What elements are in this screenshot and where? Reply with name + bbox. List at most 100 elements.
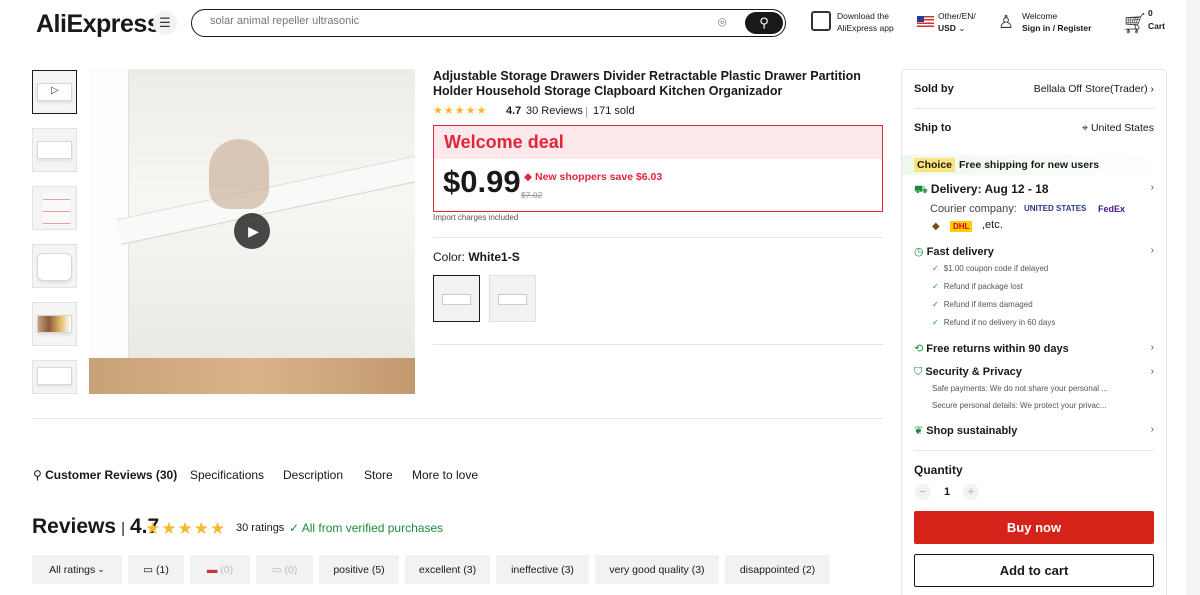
tag-icon: ◆ [524, 171, 535, 183]
app-line2: AliExpress app [837, 23, 894, 33]
thumbnail-image[interactable] [32, 186, 77, 230]
cart-icon[interactable]: 🛒︎ [1122, 11, 1147, 36]
thumbnail-image[interactable] [32, 128, 77, 172]
tab-description[interactable]: Description [283, 468, 343, 482]
play-video-button[interactable]: ▶ [234, 213, 270, 249]
security-row[interactable]: ⛉ Security & Privacy › [914, 366, 1154, 379]
sold-by-row[interactable]: Sold by Bellala Off Store(Trader) › [914, 83, 1154, 95]
tab-customer-reviews[interactable]: ⚲ Customer Reviews (30) [33, 468, 177, 482]
product-title: Adjustable Storage Drawers Divider Retra… [433, 69, 861, 98]
security-line: Safe payments: We do not share your pers… [932, 384, 1108, 393]
choice-tag: Choice [914, 158, 956, 172]
us-flag-icon [917, 16, 934, 27]
free-returns-label: Free returns within 90 days [926, 343, 1069, 355]
location-pin-icon: ⌖ [1082, 122, 1089, 134]
fast-delivery-label: Fast delivery [926, 246, 994, 258]
fast-delivery-row[interactable]: ◷ Fast delivery › [914, 245, 1154, 258]
delivery-date: Delivery: Aug 12 - 18 [930, 182, 1049, 196]
cart-label[interactable]: Cart [1148, 21, 1165, 31]
ups-logo: ◆ [932, 221, 940, 232]
aliexpress-logo[interactable]: AliExpress [36, 10, 161, 39]
chevron-right-icon: › [1150, 83, 1155, 95]
scrollbar[interactable] [1186, 0, 1200, 595]
app-line1: Download the [837, 11, 889, 21]
thumbnail-video[interactable]: ▷ [32, 70, 77, 114]
color-swatch[interactable] [489, 275, 536, 322]
filter-tag[interactable]: disappointed (2) [725, 555, 830, 584]
ship-to-country: United States [1090, 122, 1154, 134]
ship-to-row[interactable]: Ship to ⌖ United States [914, 122, 1154, 134]
search-input[interactable] [210, 15, 690, 27]
quantity-increase-button[interactable]: + [963, 484, 979, 500]
filter-tag[interactable]: ineffective (3) [496, 555, 589, 584]
chevron-right-icon: › [1150, 342, 1154, 353]
add-to-cart-button[interactable]: Add to cart [914, 554, 1154, 587]
thumbnail-image[interactable] [32, 244, 77, 288]
lang-line1: Other/EN/ [938, 11, 976, 21]
filter-tag[interactable]: positive (5) [319, 555, 399, 584]
guarantee-item: ✓ $1.00 coupon code if delayed [932, 264, 1049, 273]
buy-now-button[interactable]: Buy now [914, 511, 1154, 544]
shield-icon: ⛉ [914, 366, 923, 378]
return-icon: ⟲ [914, 343, 924, 355]
divider [32, 418, 883, 419]
fedex-logo: FedEx [1098, 204, 1126, 214]
account-menu[interactable]: Welcome Sign in / Register [1022, 10, 1091, 34]
tab-specifications[interactable]: Specifications [190, 468, 264, 482]
guarantee-item: ✓ Refund if items damaged [932, 300, 1033, 309]
filter-with-photos[interactable]: ▭ (1) [128, 555, 184, 584]
tab-store[interactable]: Store [364, 468, 393, 482]
play-icon: ▶ [248, 222, 259, 239]
filter-all-ratings[interactable]: All ratings ⌄ [32, 555, 122, 584]
color-swatch-white1-s[interactable] [433, 275, 480, 322]
tab-more-to-love[interactable]: More to love [412, 468, 478, 482]
chevron-right-icon: › [1150, 366, 1154, 377]
free-returns-row[interactable]: ⟲ Free returns within 90 days › [914, 342, 1154, 355]
us-flag-icon: ▬ [206, 563, 218, 576]
search-button[interactable]: ⚲ [745, 12, 783, 34]
qr-code-icon[interactable] [811, 11, 831, 31]
divider [433, 237, 883, 238]
search-icon: ⚲ [759, 15, 769, 30]
check-icon: ✓ [932, 264, 939, 273]
thumbnail-image[interactable] [32, 302, 77, 346]
sustainability-row[interactable]: ❦ Shop sustainably › [914, 424, 1154, 437]
camera-search-icon[interactable]: ⌾ [718, 14, 726, 31]
cart-count-badge: 0 [1148, 8, 1153, 18]
delivery-row[interactable]: ⛟ Delivery: Aug 12 - 18 › [914, 182, 1154, 198]
filter-country[interactable]: ▬ (0) [190, 555, 250, 584]
check-icon: ✓ [932, 318, 939, 327]
thumbnail-image[interactable] [32, 360, 77, 394]
location-pin-icon: ⚲ [33, 468, 42, 482]
seller-name[interactable]: Bellala Off Store(Trader) [1034, 83, 1148, 95]
new-shopper-savings: ◆ New shoppers save $6.03 [524, 171, 663, 183]
color-selector-label: Color: White1-S [433, 250, 520, 264]
menu-icon[interactable]: ☰ [153, 11, 177, 35]
download-app-link[interactable]: Download the AliExpress app [837, 10, 894, 34]
quantity-value[interactable]: 1 [944, 486, 950, 498]
selected-color: White1-S [468, 250, 520, 264]
filter-tag[interactable]: excellent (3) [405, 555, 490, 584]
rating-stars: ★★★★★ [433, 105, 488, 117]
language-currency-selector[interactable]: Other/EN/ USD ⌄ [938, 10, 976, 34]
sign-in-link[interactable]: Sign in / Register [1022, 22, 1091, 34]
reviews-link[interactable]: 30 Reviews [526, 105, 583, 117]
courier-etc: ,etc. [982, 219, 1003, 231]
ratings-count: 30 ratings [236, 522, 285, 534]
clock-icon: ◷ [914, 246, 924, 258]
filter-tag[interactable]: very good quality (3) [595, 555, 719, 584]
sold-count: 171 sold [593, 105, 635, 117]
quantity-decrease-button[interactable]: − [915, 484, 931, 500]
chevron-right-icon: › [1150, 182, 1154, 193]
user-icon[interactable]: ♙ [998, 12, 1014, 33]
verified-purchases: ✓ All from verified purchases [289, 521, 444, 535]
check-icon: ✓ [932, 300, 939, 309]
image-icon: ▭ [143, 563, 154, 576]
choice-text: Free shipping for new users [959, 159, 1100, 171]
guarantee-item: ✓ Refund if package lost [932, 282, 1023, 291]
filter-additional[interactable]: ▭ (0) [256, 555, 313, 584]
reviews-stars: ★★★★★ [145, 519, 227, 538]
rating-value: 4.7 [506, 105, 522, 117]
chevron-right-icon: › [1150, 424, 1154, 435]
usps-logo: UNITED STATES [1024, 204, 1087, 213]
